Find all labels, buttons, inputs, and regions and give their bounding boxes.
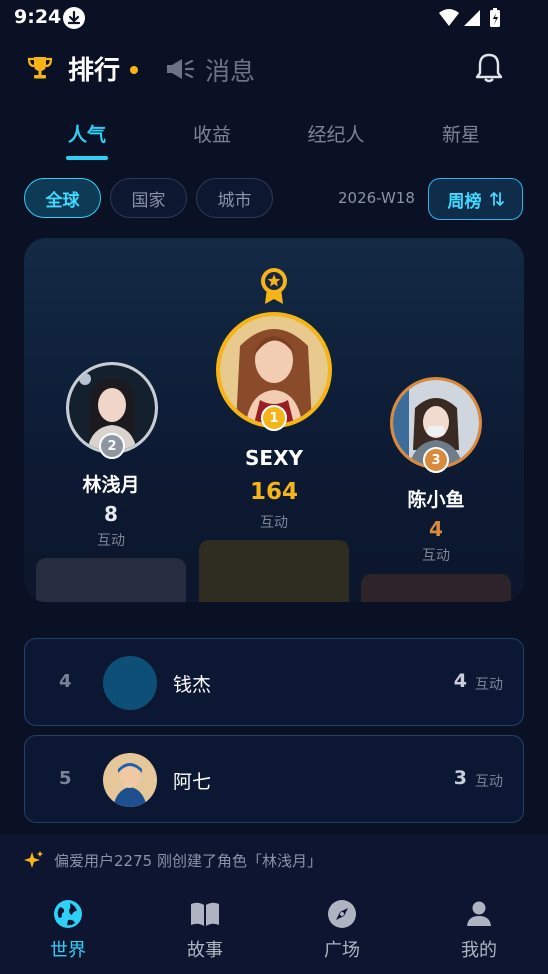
row-rank: 4 <box>59 671 72 692</box>
scope-filter-row: 全球 国家 城市 2026-W18 周榜 <box>0 176 548 222</box>
filter-city[interactable]: 城市 <box>196 178 273 218</box>
status-time: 9:24 <box>14 6 62 28</box>
nav-label: 故事 <box>187 940 223 961</box>
tab-agents[interactable]: 经纪人 <box>286 120 386 147</box>
top-header: 排行 消息 <box>0 44 548 94</box>
row-name: 钱杰 <box>173 674 212 696</box>
podium-name-first: SEXY <box>245 446 303 470</box>
compass-icon <box>328 900 356 928</box>
sparkle-icon <box>24 850 44 870</box>
podium-score-first: 164 <box>249 479 298 505</box>
status-bar: 9:24 <box>0 0 548 36</box>
book-icon <box>191 902 219 926</box>
download-icon <box>63 7 85 29</box>
rank-badge-second: 2 <box>99 433 125 459</box>
tab-popularity[interactable]: 人气 <box>37 120 137 147</box>
row-name: 阿七 <box>173 771 212 793</box>
category-tabs: 人气 收益 经纪人 新星 <box>0 116 548 166</box>
row-unit: 互动 <box>475 774 503 790</box>
bottom-area: 偏爱用户2275 刚创建了角色「林浅月」 世界 故事 广场 我的 <box>0 834 548 974</box>
person-icon <box>467 901 491 926</box>
rank-badge-third: 3 <box>423 447 449 473</box>
nav-label: 广场 <box>324 940 360 961</box>
active-tab-underline <box>66 156 108 160</box>
pedestal-first <box>199 540 349 602</box>
megaphone-icon[interactable] <box>165 56 195 82</box>
podium-unit-third: 互动 <box>422 548 450 564</box>
nav-stories[interactable]: 故事 <box>165 898 245 962</box>
podium-name-third: 陈小鱼 <box>407 489 465 511</box>
ranking-row-5[interactable]: 5 阿七 3 互动 <box>24 735 524 823</box>
tab-earnings[interactable]: 收益 <box>162 120 262 147</box>
row-avatar <box>103 656 157 710</box>
nav-label: 世界 <box>50 940 86 961</box>
podium-unit-second: 互动 <box>97 533 125 549</box>
row-score: 3 <box>453 767 467 789</box>
weekly-toggle-button[interactable]: 周榜 <box>428 178 523 220</box>
activity-notice: 偏爱用户2275 刚创建了角色「林浅月」 <box>24 848 524 872</box>
battery-icon <box>490 8 500 27</box>
ranking-active-dot <box>130 66 138 74</box>
podium-unit-first: 互动 <box>260 515 288 531</box>
tab-rising-stars[interactable]: 新星 <box>411 120 511 147</box>
ranking-row-4[interactable]: 4 钱杰 4 互动 <box>24 638 524 726</box>
row-score: 4 <box>453 670 467 692</box>
trophy-icon <box>26 54 54 82</box>
notification-bell-icon[interactable] <box>474 52 504 84</box>
nav-label: 我的 <box>461 940 497 961</box>
pedestal-third <box>361 574 511 602</box>
weekly-toggle-label: 周榜 <box>447 191 482 212</box>
podium-score-second: 8 <box>104 502 118 526</box>
podium-name-second: 林浅月 <box>82 474 140 496</box>
notice-text: 偏爱用户2275 刚创建了角色「林浅月」 <box>54 852 322 870</box>
podium-card: 1 SEXY 164 互动 2 林浅月 8 互动 3 陈小鱼 4 互动 <box>24 238 524 602</box>
nav-square[interactable]: 广场 <box>302 898 382 962</box>
sort-arrows-icon <box>489 191 504 207</box>
podium-score-third: 4 <box>429 517 443 541</box>
nav-world[interactable]: 世界 <box>28 898 108 962</box>
nav-profile[interactable]: 我的 <box>439 898 519 962</box>
globe-icon <box>54 900 82 928</box>
champion-medal-icon <box>257 266 291 306</box>
filter-global[interactable]: 全球 <box>24 178 101 218</box>
filter-country[interactable]: 国家 <box>110 178 187 218</box>
row-unit: 互动 <box>475 677 503 693</box>
row-avatar <box>103 753 157 807</box>
week-label: 2026-W18 <box>338 189 415 207</box>
rank-badge-first: 1 <box>261 405 287 431</box>
status-indicators <box>438 7 508 29</box>
pedestal-second <box>36 558 186 602</box>
messages-tab[interactable]: 消息 <box>205 52 255 88</box>
ranking-tab[interactable]: 排行 <box>68 50 120 87</box>
signal-icon <box>464 10 480 26</box>
row-rank: 5 <box>59 768 72 789</box>
wifi-icon <box>439 9 459 26</box>
